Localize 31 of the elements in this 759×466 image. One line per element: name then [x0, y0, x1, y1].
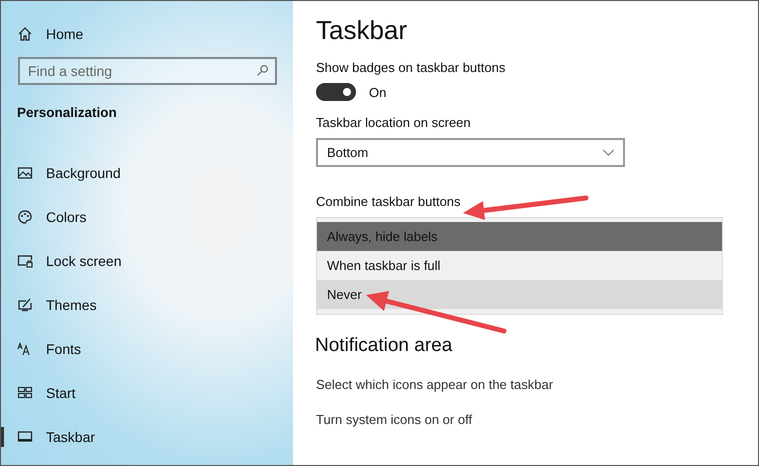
location-dropdown[interactable]: Bottom — [316, 138, 625, 167]
picture-icon — [17, 165, 33, 181]
setting-label: Taskbar location on screen — [316, 115, 472, 130]
sidebar-item[interactable]: Taskbar — [1, 415, 293, 459]
chevron-icon — [602, 149, 615, 156]
setting-label: Combine taskbar buttons — [316, 194, 462, 209]
section-heading: Personalization — [16, 104, 118, 122]
sidebar-item[interactable]: Fonts — [1, 327, 293, 371]
monitor-brush-icon — [17, 297, 33, 313]
toggle-switch[interactable] — [316, 83, 356, 101]
home-icon — [17, 26, 33, 42]
sidebar-item[interactable]: Start — [1, 371, 293, 415]
page-title: Taskbar — [316, 15, 408, 46]
sidebar-item[interactable]: Background — [1, 151, 293, 195]
sidebar-item[interactable]: Themes — [1, 283, 293, 327]
toggle-state: On — [369, 84, 386, 100]
settings-link[interactable]: Select which icons appear on the taskbar — [316, 377, 758, 392]
home-link[interactable]: Home — [1, 21, 293, 47]
menu-option[interactable]: Never — [317, 280, 722, 309]
menu-option[interactable]: Always, hide labels — [317, 222, 722, 251]
section-title: Notification area — [315, 335, 454, 357]
menu-option[interactable]: When taskbar is full — [317, 251, 722, 280]
tiles-icon — [17, 385, 33, 401]
sidebar-item[interactable]: Lock screen — [1, 239, 293, 283]
sidebar-item[interactable]: Colors — [1, 195, 293, 239]
search-field[interactable]: Find a setting — [18, 57, 277, 85]
settings-link[interactable]: Turn system icons on or off — [316, 412, 758, 427]
search-icon — [256, 64, 269, 77]
lock-screen-icon — [17, 253, 33, 269]
palette-icon — [17, 209, 33, 225]
setting-label: Show badges on taskbar buttons — [316, 60, 506, 75]
